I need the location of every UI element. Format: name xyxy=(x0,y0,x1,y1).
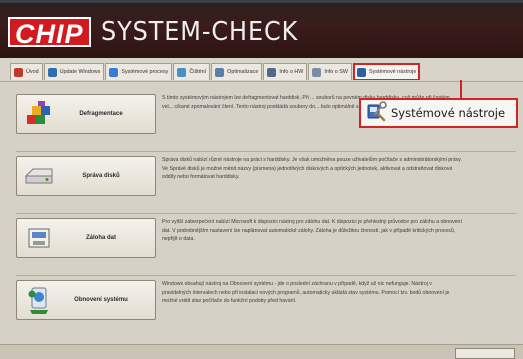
tool-button-4[interactable]: Obnovení systému xyxy=(16,280,156,320)
tool-description: Windows obsahují nástroj na Obnovení sys… xyxy=(162,281,450,304)
tab-7[interactable]: Info o SW xyxy=(308,63,352,80)
tab-1[interactable]: Úvod xyxy=(10,63,43,80)
callout-pointer xyxy=(460,80,462,100)
app-title: SYSTEM-CHECK xyxy=(100,17,298,47)
gauge-icon xyxy=(215,67,225,77)
tab-8[interactable]: Systémové nástroje xyxy=(352,63,421,80)
tab-label: Systémové procesy xyxy=(121,69,169,75)
disk-icon xyxy=(21,158,57,194)
footer-button[interactable] xyxy=(455,348,515,359)
window-icon xyxy=(312,67,322,77)
tool-row: Správa disků Správa disků nabízí různé ná… xyxy=(16,152,516,214)
tool-label: Správa disků xyxy=(82,173,120,179)
tab-6[interactable]: Info o HW xyxy=(263,63,308,80)
tool-label: Obnovení systému xyxy=(74,297,128,303)
chip-icon xyxy=(267,67,277,77)
process-icon xyxy=(109,67,119,77)
tool-row: Záloha dat Pro vyšší zabezpečení nabízí M… xyxy=(16,214,516,276)
tab-4[interactable]: Čištění xyxy=(173,63,211,80)
tool-button-1[interactable]: Defragmentace xyxy=(16,94,156,134)
tools-icon xyxy=(365,100,387,127)
broom-icon xyxy=(177,67,187,77)
callout-label: Systémové nástroje xyxy=(391,106,506,120)
chip-logo: CHIP xyxy=(8,17,91,49)
app-header: CHIP SYSTEM-CHECK xyxy=(0,0,523,58)
tool-row: Obnovení systému Windows obsahují nástroj… xyxy=(16,276,516,338)
tab-3[interactable]: Systémové procesy xyxy=(105,63,173,80)
tab-bar: Úvod Update Windows Systémové procesy Čiště… xyxy=(0,58,523,82)
tool-label: Defragmentace xyxy=(79,111,123,117)
callout-box: Systémové nástroje xyxy=(359,98,518,128)
tools-icon xyxy=(356,67,366,77)
tool-button-2[interactable]: Správa disků xyxy=(16,156,156,196)
tab-label: Update Windows xyxy=(59,69,101,75)
tool-description: Správa disků nabízí různé nástroje na pr… xyxy=(162,157,462,180)
tab-label: Systémové nástroje xyxy=(368,69,417,75)
tool-button-3[interactable]: Záloha dat xyxy=(16,218,156,258)
tab-2[interactable]: Update Windows xyxy=(43,63,105,80)
backup-icon xyxy=(21,220,57,256)
tool-description: Pro vyšší zabezpečení nabízí Microsoft k… xyxy=(162,219,462,242)
footer-bar xyxy=(0,344,523,359)
logo: CHIP SYSTEM-CHECK xyxy=(8,17,315,49)
defrag-icon xyxy=(21,96,57,132)
home-icon xyxy=(14,67,23,77)
tab-label: Info o SW xyxy=(324,69,348,75)
restore-icon xyxy=(21,282,57,318)
tab-label: Čištění xyxy=(189,69,207,75)
globe-icon xyxy=(47,67,57,77)
tab-label: Úvod xyxy=(26,69,39,75)
tool-label: Záloha dat xyxy=(85,235,116,241)
tab-5[interactable]: Optimalizace xyxy=(211,63,263,80)
tab-label: Optimalizace xyxy=(227,69,259,75)
tab-label: Info o HW xyxy=(279,69,304,75)
